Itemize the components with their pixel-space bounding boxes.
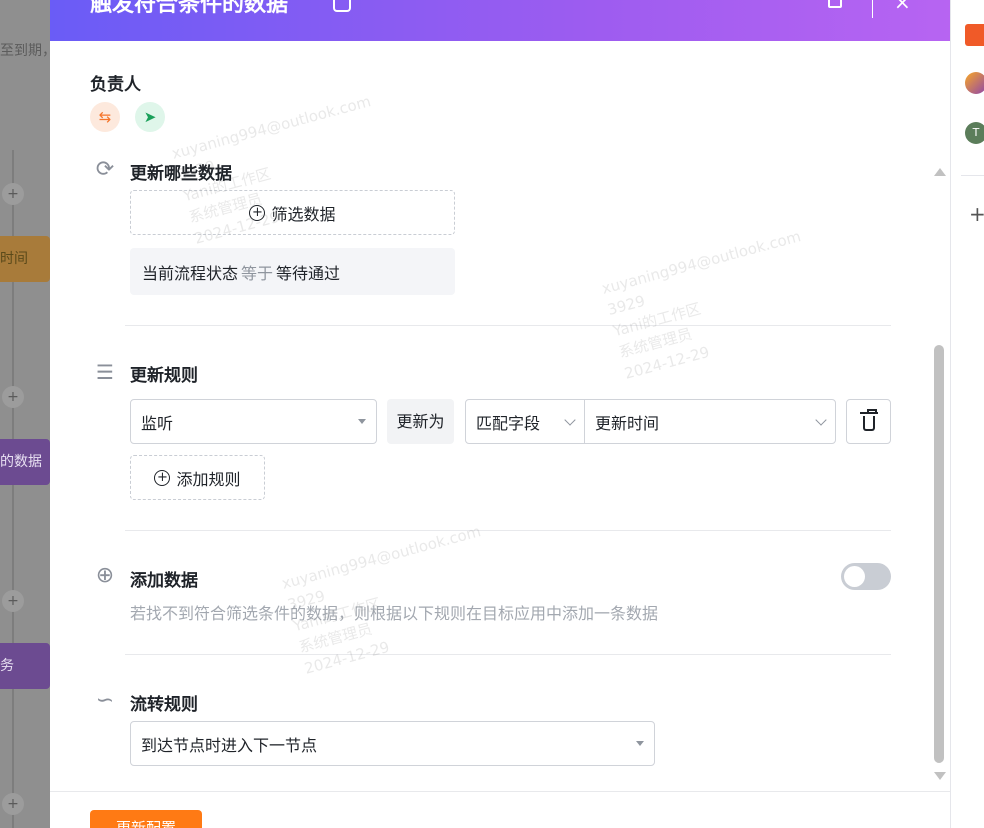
toolbar-divider [961,175,984,176]
background-add-node-icon: + [2,183,24,205]
edit-title-icon[interactable] [333,0,351,12]
app-triangle-icon[interactable] [965,72,984,94]
filter-data-button[interactable]: + 筛选数据 [130,190,455,235]
rule-field-select[interactable]: 监听 [130,399,377,444]
owner-label: 负责人 [90,75,141,95]
rule-field-value: 监听 [141,413,174,433]
swap-icon[interactable]: ⇆ [90,102,120,132]
watermark: xuyaning994@outlook.com3929Yani的工作区系统管理员… [599,227,803,383]
filter-data-label: 筛选数据 [271,204,336,224]
chevron-down-icon [564,413,576,426]
update-to-label: 更新为 [387,399,454,444]
refresh-icon: ⟳ [95,157,115,182]
background-add-node-icon: + [2,590,24,612]
add-data-title: 添加数据 [130,571,198,591]
close-icon[interactable]: × [894,0,911,14]
route-icon: ∽ [95,688,115,713]
flow-rule-select[interactable]: 到达节点时进入下一节点 [130,721,655,766]
add-circle-icon: + [154,469,171,486]
add-icon[interactable]: + [969,202,984,226]
send-icon[interactable]: ➤ [135,102,165,132]
section-divider [125,654,891,655]
add-rule-label: 添加规则 [176,469,241,489]
rule-target-select[interactable]: 更新时间 [584,399,836,444]
filter-condition[interactable]: 当前流程状态 等于 等待通过 [130,248,455,295]
add-data-description: 若找不到符合筛选条件的数据，则根据以下规则在目标应用中添加一条数据 [130,604,659,623]
update-config-button[interactable]: 更新配置 [90,810,202,828]
add-circle-icon: + [249,204,266,221]
flow-rule-value: 到达节点时进入下一节点 [141,735,318,755]
rule-target-value: 更新时间 [595,413,660,433]
condition-operator: 等于 [241,264,274,283]
app-logo-icon[interactable] [965,24,984,46]
background-text: 至到期， [0,43,50,59]
section-divider [125,530,891,531]
condition-field: 当前流程状态 [142,264,239,283]
background-canvas: 至到期， + 时间 + 的数据 + 务 + [0,0,50,828]
config-drawer: 触发符合条件的数据 × 负责人 ⇆ ➤ ⟳ 更新哪些数据 + 筛选数据 当前流程… [50,0,950,828]
section-divider [125,325,891,326]
caret-down-icon [358,419,366,424]
caret-down-icon [636,741,644,746]
user-avatar[interactable]: T [965,122,984,144]
right-toolbar: T + [950,0,984,828]
scroll-down-arrow[interactable] [934,772,946,780]
list-icon: ☰ [96,360,114,384]
update-data-title: 更新哪些数据 [130,164,232,184]
drawer-title: 触发符合条件的数据 [90,0,289,17]
condition-value: 等待通过 [276,264,341,283]
add-circle-icon: ⊕ [95,563,115,588]
toggle-knob [844,566,865,587]
background-node: 的数据 [0,439,50,485]
flow-rules-title: 流转规则 [130,695,198,715]
drawer-header: 触发符合条件的数据 × [50,0,950,41]
background-node: 务 [0,643,50,689]
background-node: 时间 [0,236,50,282]
scrollbar-thumb[interactable] [934,345,944,763]
add-data-toggle[interactable] [841,563,891,590]
delete-node-icon[interactable] [828,0,842,8]
background-add-node-icon: + [2,386,24,408]
trash-icon [859,409,878,431]
footer-divider [50,791,950,792]
add-rule-button[interactable]: + 添加规则 [130,455,265,500]
chevron-down-icon [815,413,827,426]
update-rules-title: 更新规则 [130,366,198,386]
header-separator [872,0,873,18]
background-add-node-icon: + [2,793,24,815]
rule-mode-value: 匹配字段 [476,413,541,433]
scroll-up-arrow[interactable] [934,168,946,176]
rule-mode-select[interactable]: 匹配字段 [465,399,585,444]
delete-rule-button[interactable] [846,399,891,444]
